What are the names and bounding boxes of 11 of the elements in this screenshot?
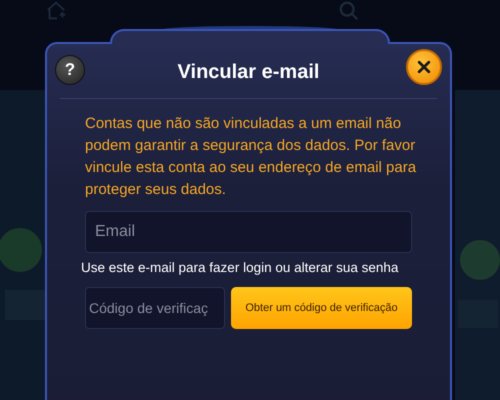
close-button[interactable] [406, 49, 442, 85]
get-code-button[interactable]: Obter um código de verificação [231, 287, 412, 329]
code-field[interactable]: Código de verificaç [85, 287, 225, 329]
dialog-title: Vincular e-mail [178, 60, 320, 84]
warning-message: Contas que não são vinculadas a um email não podem garantir a segurança dos dados. Por favor vincule esta conta ao seu endereço de email para proteger seus dados. [85, 114, 418, 200]
help-button[interactable]: ? [55, 55, 85, 85]
search-icon[interactable] [338, 0, 360, 22]
close-icon [416, 59, 432, 75]
home-plus-icon[interactable] [45, 0, 67, 22]
email-hint: Use este e-mail para fazer login ou alterar sua senha [81, 260, 400, 275]
email-field[interactable]: Email [85, 211, 412, 253]
